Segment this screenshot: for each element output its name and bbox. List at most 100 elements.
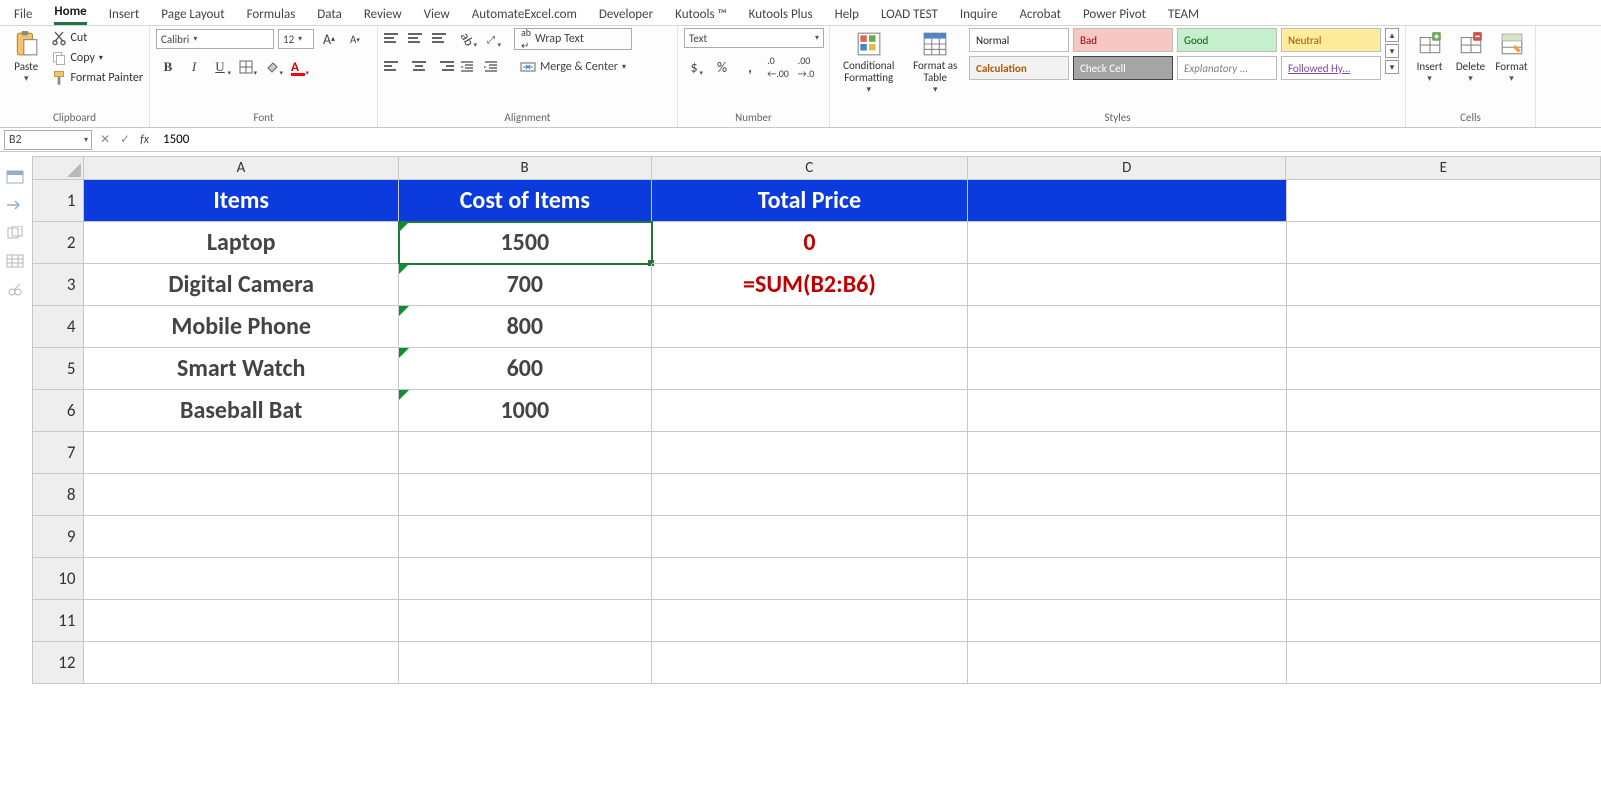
cell-C5[interactable] bbox=[652, 348, 968, 390]
menu-tab-kutools-plus[interactable]: Kutools Plus bbox=[749, 7, 813, 22]
increase-decimal-button[interactable]: .0←.00 bbox=[768, 56, 788, 78]
paste-button[interactable]: Paste ▾ bbox=[6, 28, 47, 98]
align-bottom-button[interactable] bbox=[432, 28, 454, 48]
cell-B3[interactable]: 700 bbox=[399, 264, 652, 306]
cell-D8[interactable] bbox=[968, 474, 1286, 516]
menu-tab-file[interactable]: File bbox=[14, 7, 32, 22]
row-header-2[interactable]: 2 bbox=[32, 222, 84, 264]
cell-E1[interactable] bbox=[1287, 180, 1601, 222]
cell-A8[interactable] bbox=[84, 474, 399, 516]
cell-D6[interactable] bbox=[968, 390, 1286, 432]
menu-tab-inquire[interactable]: Inquire bbox=[960, 7, 998, 22]
cell-E3[interactable] bbox=[1287, 264, 1601, 306]
cell-C10[interactable] bbox=[652, 558, 968, 600]
row-header-4[interactable]: 4 bbox=[32, 306, 84, 348]
font-name-select[interactable]: Calibri▾ bbox=[156, 29, 274, 49]
cell-D12[interactable] bbox=[968, 642, 1286, 684]
gallery-more-button[interactable]: ▾ bbox=[1385, 60, 1399, 74]
style-calculation[interactable]: Calculation bbox=[969, 56, 1069, 80]
cell-A7[interactable] bbox=[84, 432, 399, 474]
name-box[interactable]: B2▾ bbox=[4, 130, 92, 150]
style-followed-hy-[interactable]: Followed Hy... bbox=[1281, 56, 1381, 80]
cell-A3[interactable]: Digital Camera bbox=[84, 264, 399, 306]
italic-button[interactable]: I bbox=[182, 56, 206, 78]
cell-D11[interactable] bbox=[968, 600, 1286, 642]
cell-C11[interactable] bbox=[652, 600, 968, 642]
cell-C9[interactable] bbox=[652, 516, 968, 558]
style-neutral[interactable]: Neutral bbox=[1281, 28, 1381, 52]
cell-E11[interactable] bbox=[1287, 600, 1601, 642]
cell-B2[interactable]: 1500 bbox=[399, 222, 652, 264]
cell-D5[interactable] bbox=[968, 348, 1286, 390]
cell-D4[interactable] bbox=[968, 306, 1286, 348]
cell-B1[interactable]: Cost of Items bbox=[399, 180, 652, 222]
align-top-button[interactable] bbox=[384, 28, 406, 48]
col-header-E[interactable]: E bbox=[1286, 156, 1601, 180]
cell-E7[interactable] bbox=[1287, 432, 1601, 474]
select-all-corner[interactable] bbox=[32, 156, 84, 180]
cell-A4[interactable]: Mobile Phone bbox=[84, 306, 399, 348]
font-size-select[interactable]: 12▾ bbox=[278, 29, 314, 49]
cell-A2[interactable]: Laptop bbox=[84, 222, 399, 264]
cell-A12[interactable] bbox=[84, 642, 399, 684]
font-color-button[interactable]: A▾ bbox=[286, 56, 310, 78]
cell-D9[interactable] bbox=[968, 516, 1286, 558]
delete-cells-button[interactable]: Delete▾ bbox=[1453, 28, 1488, 98]
cell-C12[interactable] bbox=[652, 642, 968, 684]
menu-tab-load-test[interactable]: LOAD TEST bbox=[881, 7, 938, 22]
orientation-button-2[interactable]: ⤢▾ bbox=[480, 28, 502, 50]
side-icon-1[interactable] bbox=[6, 170, 24, 184]
merge-center-button[interactable]: Merge & Center▾ bbox=[514, 56, 632, 78]
side-icon-3[interactable] bbox=[6, 226, 24, 240]
cut-button[interactable]: Cut bbox=[51, 30, 144, 46]
side-icon-5[interactable] bbox=[6, 282, 24, 296]
col-header-D[interactable]: D bbox=[968, 156, 1286, 180]
style-check-cell[interactable]: Check Cell bbox=[1073, 56, 1173, 80]
cell-B12[interactable] bbox=[399, 642, 652, 684]
format-as-table-button[interactable]: Format as Table▾ bbox=[907, 28, 963, 98]
enter-formula-button[interactable]: ✓ bbox=[120, 132, 130, 147]
row-header-5[interactable]: 5 bbox=[32, 348, 84, 390]
menu-tab-kutools-[interactable]: Kutools ™ bbox=[675, 7, 727, 22]
cell-E5[interactable] bbox=[1287, 348, 1601, 390]
align-middle-button[interactable] bbox=[408, 28, 430, 48]
cell-A11[interactable] bbox=[84, 600, 399, 642]
format-cells-button[interactable]: Format▾ bbox=[1494, 28, 1529, 98]
cell-C2[interactable]: 0 bbox=[652, 222, 968, 264]
menu-tab-automateexcel-com[interactable]: AutomateExcel.com bbox=[472, 7, 577, 22]
fill-color-button[interactable]: ▾ bbox=[260, 56, 284, 78]
cell-B5[interactable]: 600 bbox=[399, 348, 652, 390]
row-header-3[interactable]: 3 bbox=[32, 264, 84, 306]
row-header-8[interactable]: 8 bbox=[32, 474, 84, 516]
cell-D7[interactable] bbox=[968, 432, 1286, 474]
cell-E6[interactable] bbox=[1287, 390, 1601, 432]
cell-B9[interactable] bbox=[399, 516, 652, 558]
orientation-button[interactable]: ab▾ bbox=[456, 28, 478, 50]
increase-font-button[interactable]: A▴ bbox=[318, 28, 340, 50]
row-header-1[interactable]: 1 bbox=[32, 180, 84, 222]
row-header-10[interactable]: 10 bbox=[32, 558, 84, 600]
cell-D3[interactable] bbox=[968, 264, 1286, 306]
cell-D1[interactable] bbox=[968, 180, 1286, 222]
cell-B11[interactable] bbox=[399, 600, 652, 642]
side-icon-4[interactable] bbox=[6, 254, 24, 268]
cell-A6[interactable]: Baseball Bat bbox=[84, 390, 399, 432]
insert-cells-button[interactable]: Insert▾ bbox=[1412, 28, 1447, 98]
bold-button[interactable]: B bbox=[156, 56, 180, 78]
cell-D10[interactable] bbox=[968, 558, 1286, 600]
menu-tab-developer[interactable]: Developer bbox=[599, 7, 653, 22]
formula-input[interactable] bbox=[157, 130, 1601, 150]
increase-indent-button[interactable] bbox=[480, 56, 502, 78]
row-header-9[interactable]: 9 bbox=[32, 516, 84, 558]
decrease-decimal-button[interactable]: .00→.0 bbox=[796, 56, 816, 78]
row-header-7[interactable]: 7 bbox=[32, 432, 84, 474]
menu-tab-view[interactable]: View bbox=[424, 7, 450, 22]
comma-button[interactable]: , bbox=[740, 56, 760, 78]
style-normal[interactable]: Normal bbox=[969, 28, 1069, 52]
cancel-formula-button[interactable]: ✕ bbox=[100, 132, 110, 147]
align-left-button[interactable] bbox=[384, 56, 406, 76]
cell-E4[interactable] bbox=[1287, 306, 1601, 348]
copy-button[interactable]: Copy▾ bbox=[51, 50, 144, 66]
cell-E2[interactable] bbox=[1287, 222, 1601, 264]
cell-C1[interactable]: Total Price bbox=[652, 180, 968, 222]
